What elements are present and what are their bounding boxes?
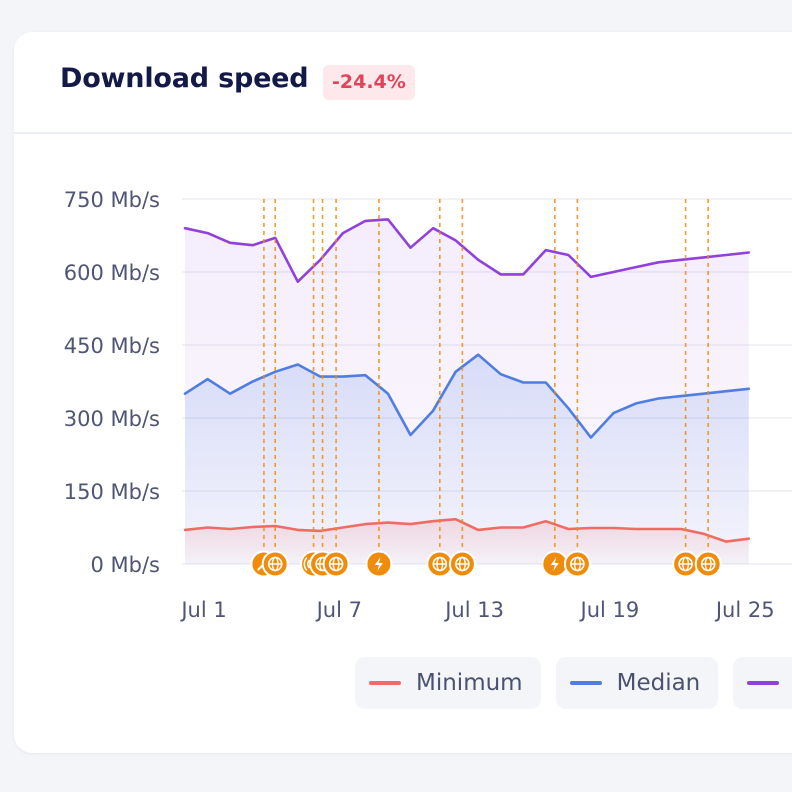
y-tick-label: 600 Mb/s (64, 261, 160, 285)
bolt-icon (541, 550, 569, 578)
x-tick-label: Jul 7 (315, 598, 362, 622)
globe-icon (261, 550, 289, 578)
globe-icon (694, 550, 722, 578)
legend-label-minimum: Minimum (416, 670, 523, 696)
legend-item-median[interactable]: Median (555, 657, 719, 709)
y-tick-label: 150 Mb/s (64, 480, 160, 504)
x-tick-label: Jul 13 (443, 598, 504, 622)
globe-icon (563, 550, 591, 578)
x-tick-label: Jul 19 (579, 598, 640, 622)
y-tick-label: 300 Mb/s (64, 407, 160, 431)
legend-swatch-median (569, 681, 602, 685)
y-tick-label: 0 Mb/s (90, 553, 160, 577)
chart-legend: Minimum Median (355, 657, 792, 709)
x-tick-label: Jul 25 (714, 598, 775, 622)
bolt-icon (365, 550, 393, 578)
globe-icon (426, 550, 454, 578)
legend-item-minimum[interactable]: Minimum (355, 657, 541, 709)
y-tick-label: 750 Mb/s (64, 188, 160, 212)
x-tick-label: Jul 1 (179, 598, 226, 622)
globe-icon (672, 550, 700, 578)
globe-icon (322, 550, 350, 578)
globe-icon (448, 550, 476, 578)
legend-item-maximum[interactable] (733, 657, 792, 709)
legend-swatch-minimum (369, 681, 401, 685)
legend-label-median: Median (616, 670, 701, 696)
y-tick-label: 450 Mb/s (64, 334, 160, 358)
legend-swatch-maximum (747, 681, 780, 685)
